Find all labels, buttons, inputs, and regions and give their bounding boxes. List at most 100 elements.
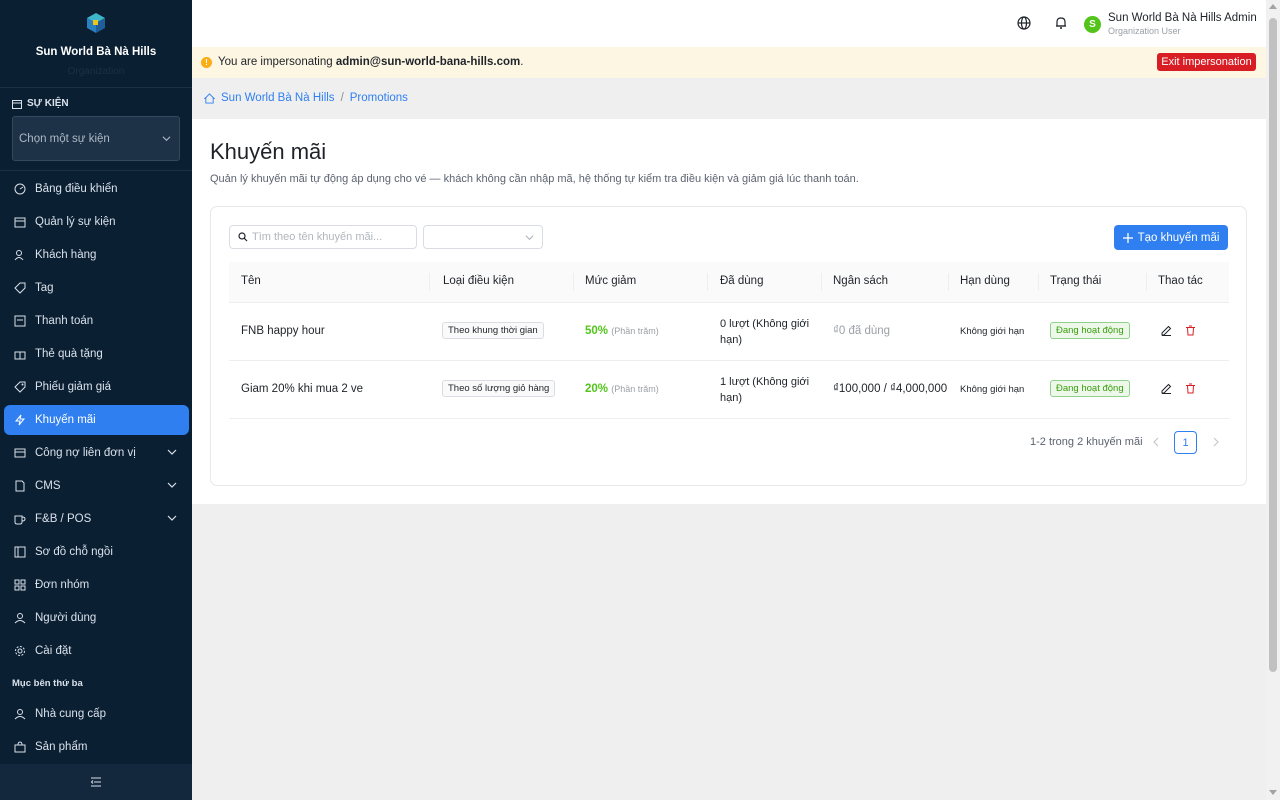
discount-type: (Phần trăm) bbox=[611, 384, 659, 394]
column-divider bbox=[948, 273, 949, 291]
column-header-used: Đã dùng bbox=[720, 275, 764, 287]
sidebar-item-customers[interactable]: Khách hàng bbox=[4, 240, 189, 270]
lightning-icon bbox=[14, 414, 26, 426]
breadcrumb-current[interactable]: Promotions bbox=[350, 92, 408, 104]
condition-filter-select[interactable] bbox=[423, 225, 543, 249]
search-placeholder: Tìm theo tên khuyến mãi... bbox=[252, 231, 383, 243]
bag-icon bbox=[14, 741, 26, 753]
sidebar-item-promotions[interactable]: Khuyến mãi bbox=[4, 405, 189, 435]
user-name[interactable]: Sun World Bà Nà Hills Admin bbox=[1108, 12, 1257, 24]
calendar-icon bbox=[14, 217, 26, 228]
org-name: Sun World Bà Nà Hills bbox=[35, 46, 157, 58]
org-subtitle: Organization bbox=[67, 66, 125, 77]
sidebar-collapse-button[interactable] bbox=[0, 764, 192, 800]
column-divider bbox=[707, 273, 708, 291]
sidebar-item-group-orders[interactable]: Đơn nhóm bbox=[4, 570, 189, 600]
discount-type: (Phần trăm) bbox=[611, 326, 659, 336]
home-icon bbox=[204, 92, 215, 104]
main-content: Khuyến mãi Quản lý khuyến mãi tự động áp… bbox=[192, 119, 1266, 504]
breadcrumb: Sun World Bà Nà Hills / Promotions bbox=[204, 92, 408, 104]
org-header: Sun World Bà Nà Hills Organization bbox=[0, 0, 192, 88]
sidebar-item-gift-cards[interactable]: Thẻ quà tặng bbox=[4, 339, 189, 369]
sidebar-item-seat-map[interactable]: Sơ đồ chỗ ngồi bbox=[4, 537, 189, 567]
expiry-value: Không giới hạn bbox=[960, 384, 1025, 395]
calendar-icon bbox=[12, 99, 22, 109]
status-badge: Đang hoạt động bbox=[1050, 380, 1130, 397]
sidebar-item-users[interactable]: Người dùng bbox=[4, 603, 189, 633]
page-number-button[interactable]: 1 bbox=[1174, 431, 1197, 454]
table-header: Tên Loại điều kiện Mức giảm Đã dùng Ngân… bbox=[229, 262, 1229, 303]
create-promotion-button[interactable]: Tạo khuyến mãi bbox=[1114, 225, 1228, 250]
sidebar-item-label: Thẻ quà tặng bbox=[35, 348, 103, 360]
sidebar-item-label: Khách hàng bbox=[35, 249, 97, 261]
column-header-discount: Mức giảm bbox=[585, 275, 637, 287]
sidebar-item-label: CMS bbox=[35, 480, 61, 492]
users-icon bbox=[14, 250, 24, 261]
event-select[interactable]: Chọn một sự kiện bbox=[12, 116, 180, 161]
sidebar-item-suppliers[interactable]: Nhà cung cấp bbox=[4, 699, 189, 729]
column-divider bbox=[573, 273, 574, 291]
scroll-down-arrow-icon[interactable] bbox=[1269, 790, 1277, 795]
bell-icon[interactable] bbox=[1054, 16, 1068, 30]
sidebar-item-fnb-pos[interactable]: F&B / POS bbox=[4, 504, 189, 534]
breadcrumb-bar: Sun World Bà Nà Hills / Promotions bbox=[192, 78, 1266, 119]
sidebar-item-events[interactable]: Quản lý sự kiện bbox=[4, 207, 189, 237]
chevron-left-icon[interactable] bbox=[1151, 437, 1161, 447]
sidebar-item-label: Cài đặt bbox=[35, 645, 72, 657]
sidebar-item-cms[interactable]: CMS bbox=[4, 471, 189, 501]
budget-value: ₫100,000 / ₫4,000,000 bbox=[833, 383, 948, 395]
scroll-thumb[interactable] bbox=[1269, 18, 1277, 672]
edit-icon[interactable] bbox=[1161, 383, 1172, 394]
search-input[interactable]: Tìm theo tên khuyến mãi... bbox=[229, 225, 417, 249]
avatar[interactable]: S bbox=[1084, 16, 1101, 33]
sidebar-item-label: F&B / POS bbox=[35, 513, 92, 525]
edit-icon[interactable] bbox=[1161, 325, 1172, 336]
exit-impersonation-button[interactable]: Exit impersonation bbox=[1157, 53, 1256, 71]
discount-value: 20% bbox=[585, 383, 609, 395]
sidebar-item-tag[interactable]: Tag bbox=[4, 273, 189, 303]
scroll-up-arrow-icon[interactable] bbox=[1269, 4, 1277, 9]
chevron-down-icon bbox=[162, 136, 171, 142]
sidebar-item-label: Đơn nhóm bbox=[35, 579, 90, 591]
sidebar-item-label: Quản lý sự kiện bbox=[35, 216, 116, 228]
event-section-label: SỰ KIỆN bbox=[27, 98, 69, 109]
sidebar-item-debts[interactable]: Công nợ liên đơn vị bbox=[4, 438, 189, 468]
sidebar-item-settings[interactable]: Cài đặt bbox=[4, 636, 189, 666]
layout-icon bbox=[14, 546, 26, 558]
budget-value: ₫0 đã dùng bbox=[833, 325, 891, 337]
sidebar-item-label: Bảng điều khiển bbox=[35, 183, 118, 195]
sidebar-item-dashboard[interactable]: Bảng điều khiển bbox=[4, 174, 189, 204]
usage-count: 0 lượt (Không giới hạn) bbox=[720, 318, 810, 346]
column-header-status: Trạng thái bbox=[1050, 275, 1102, 287]
chevron-right-icon[interactable] bbox=[1211, 437, 1221, 447]
sidebar-item-label: Khuyến mãi bbox=[35, 414, 96, 426]
column-header-budget: Ngân sách bbox=[833, 275, 888, 287]
delete-icon[interactable] bbox=[1185, 383, 1196, 394]
sidebar-item-label: Người dùng bbox=[35, 612, 97, 624]
condition-tag: Theo khung thời gian bbox=[442, 322, 544, 339]
page-scrollbar[interactable] bbox=[1266, 0, 1280, 800]
delete-icon[interactable] bbox=[1185, 325, 1196, 336]
pagination: 1-2 trong 2 khuyến mãi 1 bbox=[211, 431, 1248, 455]
sidebar-item-coupons[interactable]: Phiếu giảm giá bbox=[4, 372, 189, 402]
coupon-icon bbox=[14, 381, 26, 393]
sidebar-item-products[interactable]: Sản phẩm bbox=[4, 732, 189, 762]
dashboard-icon bbox=[14, 183, 26, 195]
event-select-placeholder: Chọn một sự kiện bbox=[19, 132, 110, 145]
globe-icon[interactable] bbox=[1017, 16, 1031, 30]
table-row: FNB happy hour Theo khung thời gian 50% … bbox=[229, 303, 1229, 361]
page-title: Khuyến mãi bbox=[210, 139, 327, 164]
discount-value: 50% bbox=[585, 325, 609, 337]
pagination-summary: 1-2 trong 2 khuyến mãi bbox=[1030, 436, 1143, 448]
promotion-name: Giam 20% khi mua 2 ve bbox=[241, 383, 364, 395]
breadcrumb-home[interactable]: Sun World Bà Nà Hills bbox=[221, 92, 335, 104]
sidebar-divider bbox=[0, 170, 192, 171]
sidebar-item-payment[interactable]: Thanh toán bbox=[4, 306, 189, 336]
menu-fold-icon bbox=[90, 777, 101, 787]
table-row: Giam 20% khi mua 2 ve Theo số lượng giỏ … bbox=[229, 361, 1229, 419]
column-divider bbox=[1146, 273, 1147, 291]
page-description: Quản lý khuyến mãi tự động áp dụng cho v… bbox=[210, 173, 859, 185]
chevron-down-icon bbox=[167, 515, 177, 521]
sidebar-item-label: Nhà cung cấp bbox=[35, 708, 106, 720]
tag-icon bbox=[14, 282, 26, 294]
